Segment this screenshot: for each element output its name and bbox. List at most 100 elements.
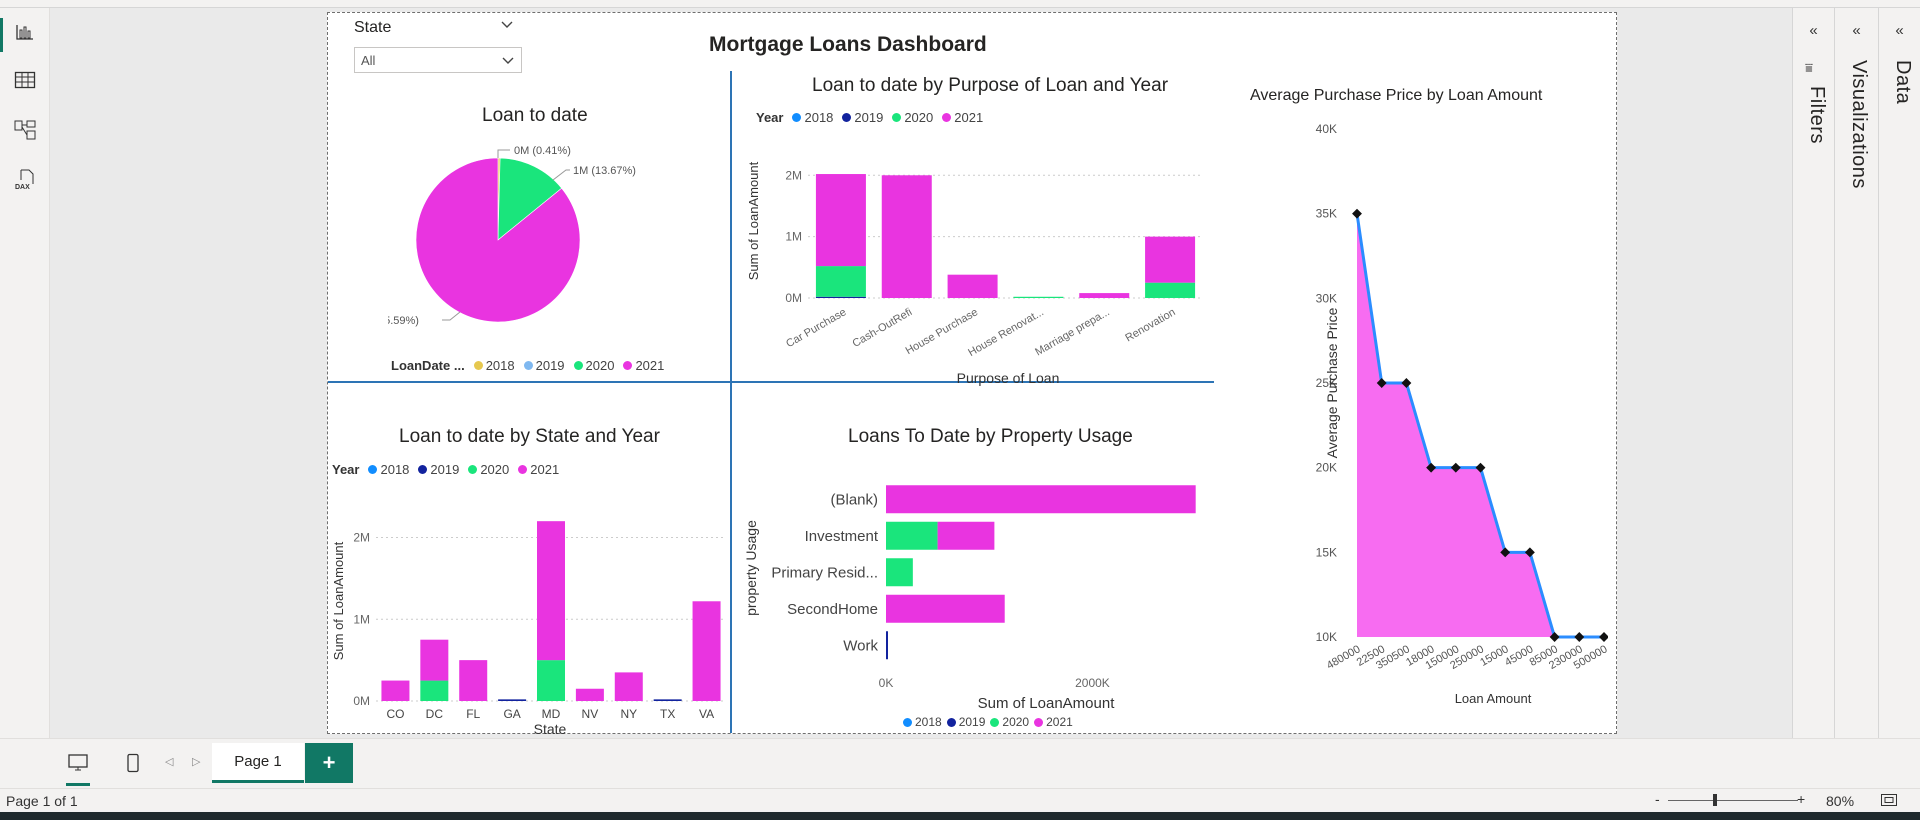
area-fill: [1357, 213, 1604, 637]
page-tabs-bar: ◁ ▷ Page 1 +: [0, 738, 1920, 788]
legend-item-2020[interactable]: 2020: [990, 715, 1029, 729]
purpose-bar-chart[interactable]: 2M1M0MCar Purchase Cash-OutRefiHouse Purc…: [738, 133, 1208, 388]
purpose-chart-title: Loan to date by Purpose of Loan and Year: [812, 75, 1169, 96]
y-tick-label: 15K: [1316, 545, 1337, 559]
legend-label: 2018: [380, 462, 410, 477]
legend-item-2019[interactable]: 2019: [946, 715, 985, 729]
data-pane[interactable]: « Data: [1878, 8, 1920, 738]
legend-dot: [623, 361, 633, 370]
report-view-button[interactable]: [0, 14, 50, 54]
legend-item-2020[interactable]: 2020: [573, 358, 614, 373]
legend-item-2019[interactable]: 2019: [523, 358, 565, 373]
bar-2021-DC[interactable]: [420, 639, 449, 681]
bar-2021-NY[interactable]: [614, 672, 643, 701]
mobile-layout-button[interactable]: [118, 749, 148, 781]
y-axis-title: Sum of LoanAmount: [746, 161, 761, 280]
bar-2019-GA[interactable]: [498, 699, 527, 701]
model-view-button[interactable]: [0, 112, 50, 152]
legend-item-2021[interactable]: 2021: [518, 462, 559, 477]
visualizations-pane[interactable]: « Visualizations: [1834, 8, 1878, 738]
zoom-in-button[interactable]: +: [1797, 791, 1805, 807]
x-tick-label: MD: [542, 707, 561, 721]
pie-title: Loan to date: [482, 105, 588, 126]
model-icon: [13, 119, 37, 146]
bar-2019-Work[interactable]: [886, 631, 888, 660]
dax-query-view-button[interactable]: DAX: [0, 162, 50, 202]
bar-2021-CO[interactable]: [381, 680, 410, 701]
bar-2020-MD[interactable]: [537, 660, 565, 701]
report-canvas: State All Mortgage Loans Dashboard Loan …: [50, 8, 1792, 738]
y-tick-label: 1M: [353, 612, 370, 626]
bar-2021-Renovation[interactable]: [1145, 236, 1196, 283]
zoom-out-button[interactable]: -: [1655, 791, 1660, 807]
bar-2021-Marriage prepa...[interactable]: [1079, 293, 1130, 298]
data-point-marker[interactable]: [1599, 632, 1608, 642]
bar-2021-Cash-OutRefi[interactable]: [881, 175, 932, 298]
bar-2020-DC[interactable]: [420, 680, 449, 701]
collapse-chevron-icon[interactable]: «: [1835, 22, 1878, 39]
legend-item-2018[interactable]: 2018: [368, 462, 409, 477]
legend-dot: [892, 113, 902, 122]
zoom-slider-track[interactable]: [1668, 800, 1798, 801]
state-slicer-dropdown[interactable]: All: [354, 47, 522, 73]
legend-dot: [942, 113, 952, 122]
legend-item-2019[interactable]: 2019: [418, 462, 459, 477]
x-axis-title: Sum of LoanAmount: [978, 695, 1116, 712]
table-view-button[interactable]: [0, 62, 50, 102]
legend-item-2018[interactable]: 2018: [903, 715, 942, 729]
chevron-down-icon[interactable]: [500, 17, 514, 36]
bar-2020-Investment[interactable]: [886, 521, 938, 550]
bar-2021-(Blank)[interactable]: [886, 485, 1196, 514]
legend-item-2018[interactable]: 2018: [792, 110, 833, 125]
pie-chart[interactable]: 0M (0.41%)1M (13.67%) 5M (85.59%): [388, 143, 708, 343]
page-tab-page-1[interactable]: Page 1: [212, 743, 304, 783]
zoom-slider-thumb[interactable]: [1713, 794, 1717, 806]
bar-2019-TX[interactable]: [653, 699, 682, 701]
bar-2021-VA[interactable]: [692, 601, 721, 701]
fit-to-page-icon[interactable]: [1880, 793, 1898, 810]
bar-2020-Car Purchase[interactable]: [815, 266, 866, 297]
bar-2020-House Renovat...[interactable]: [1013, 296, 1064, 298]
legend-item-2020[interactable]: 2020: [468, 462, 509, 477]
data-point-marker[interactable]: [1574, 632, 1585, 642]
add-page-button[interactable]: +: [305, 743, 353, 783]
y-tick-label: SecondHome: [787, 601, 878, 618]
data-point-marker[interactable]: [1352, 208, 1362, 219]
area-chart[interactable]: 40K35K30K25K20K15K10K4800002250035050018…: [1238, 113, 1608, 713]
legend-dot: [518, 465, 528, 474]
state-bar-chart[interactable]: 2M 1M 0M CO DC FL GA MD NV NY TX VA Sum of LoanAmoun…: [328, 483, 728, 735]
usage-bar-chart[interactable]: (Blank) Investment Primary Resid... SecondH…: [736, 463, 1216, 718]
ribbon-edge: [0, 0, 1920, 8]
plus-icon: +: [322, 750, 336, 775]
legend-item-2018[interactable]: 2018: [473, 358, 515, 373]
legend-item-2021[interactable]: 2021: [623, 358, 664, 373]
bar-2021-NV[interactable]: [575, 688, 604, 701]
bar-2021-MD[interactable]: [537, 521, 565, 661]
view-switcher: DAX: [0, 8, 50, 738]
legend-item-2021[interactable]: 2021: [942, 110, 983, 125]
desktop-layout-button[interactable]: [62, 749, 94, 781]
scroll-left-icon[interactable]: ◁: [165, 755, 173, 768]
visualizations-pane-title: Visualizations: [1848, 60, 1870, 189]
scroll-right-icon[interactable]: ▷: [192, 755, 200, 768]
x-tick-label: NY: [620, 707, 637, 721]
bar-2020-Primary Resid...[interactable]: [886, 558, 913, 587]
bar-2019-Car Purchase[interactable]: [815, 296, 866, 298]
legend-item-2020[interactable]: 2020: [892, 110, 933, 125]
powerbi-app: DAX State All Mortgage Loans Dashboard L…: [0, 0, 1920, 820]
bar-2021-House Purchase[interactable]: [947, 274, 998, 298]
legend-item-2019[interactable]: 2019: [842, 110, 883, 125]
collapse-chevron-icon[interactable]: «: [1879, 22, 1920, 39]
bar-2021-Car Purchase[interactable]: [815, 174, 866, 267]
bar-2021-Investment[interactable]: [937, 521, 995, 550]
filters-pane[interactable]: « ⩸ Filters: [1792, 8, 1834, 738]
x-tick-label: 2000K: [1075, 676, 1110, 690]
state-slicer-header: State: [354, 19, 524, 39]
bar-2021-FL[interactable]: [459, 660, 488, 701]
bar-2021-SecondHome[interactable]: [886, 594, 1005, 623]
legend-dot: [468, 465, 478, 474]
legend-item-2021[interactable]: 2021: [1034, 715, 1073, 729]
collapse-chevron-icon[interactable]: «: [1793, 22, 1834, 39]
state-legend: Year 2018 2019 2020 2021: [332, 462, 559, 477]
bar-2020-Renovation[interactable]: [1145, 282, 1196, 298]
